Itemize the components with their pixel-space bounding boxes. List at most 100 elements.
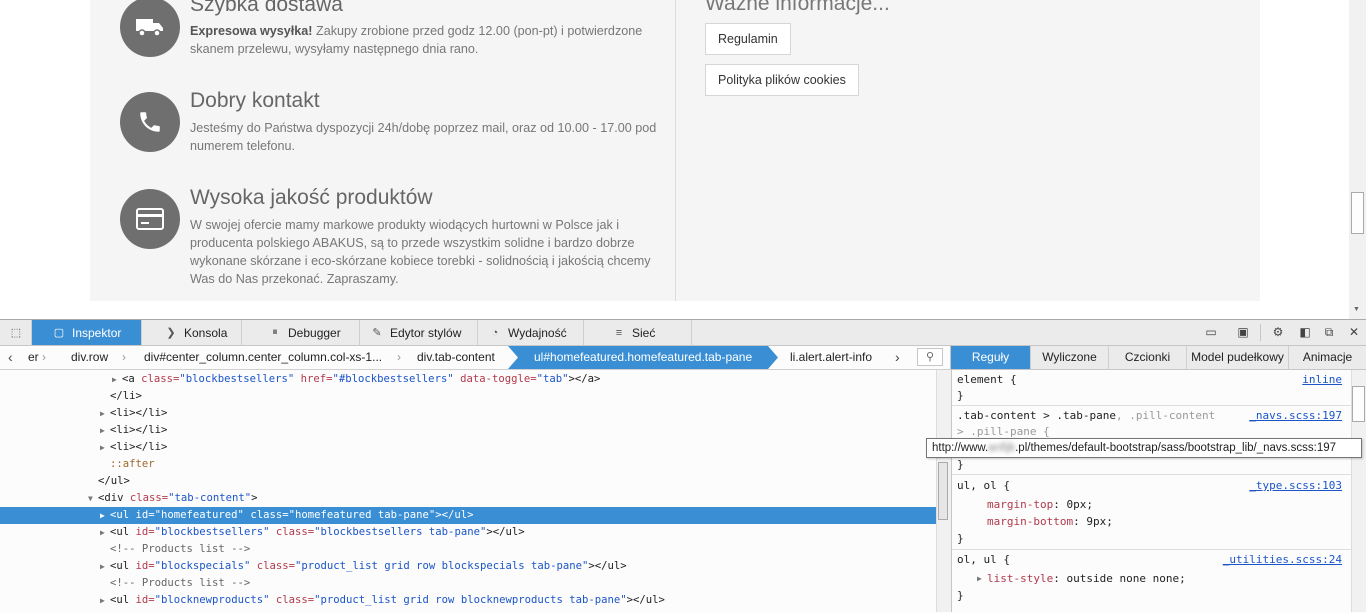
tab-console[interactable]: ❯ Konsola — [142, 320, 242, 345]
attr-name: class= — [250, 560, 295, 572]
markup-line[interactable]: ▶ <li></li> — [0, 439, 936, 456]
markup-comment: <!-- Products list --> — [110, 577, 251, 589]
expand-arrow-icon[interactable]: ▶ — [100, 592, 105, 609]
tab-animations[interactable]: Animacje — [1289, 346, 1366, 369]
expand-arrow-icon[interactable]: ▶ — [100, 558, 105, 575]
markup-line[interactable]: ▶ <li></li> — [0, 405, 936, 422]
attr-name: class= — [129, 492, 169, 504]
breadcrumb-forward-icon[interactable]: › — [895, 346, 900, 369]
expand-arrow-icon[interactable]: ▶ — [977, 571, 982, 587]
css-value: 9px; — [1086, 515, 1113, 528]
pick-element-button[interactable]: ⬚ — [0, 320, 32, 345]
expand-arrow-icon[interactable]: ▶ — [100, 507, 105, 524]
markup-line[interactable]: <!-- Products list --> — [0, 575, 936, 592]
markup-line[interactable]: ▶ <ul id="blockbestsellers" class="blockb… — [0, 524, 936, 541]
rule-source-link[interactable]: inline — [1302, 372, 1342, 388]
breadcrumb-item[interactable]: div.tab-content — [417, 346, 495, 369]
breadcrumb-item[interactable]: li.alert.alert-info — [790, 346, 872, 369]
expand-arrow-icon[interactable]: ▶ — [100, 439, 105, 456]
markup-scroll-thumb[interactable] — [938, 462, 948, 520]
markup-view: ▶ <a class="blockbestsellers" href="#bloc… — [0, 370, 936, 612]
attr-name: class= — [141, 373, 180, 385]
source-url-tooltip: http://www.anfijk.pl/themes/default-boot… — [926, 438, 1362, 458]
rule-source-link[interactable]: _utilities.scss:24 — [1223, 552, 1342, 568]
rule-selector[interactable]: ol, ul { — [957, 552, 1010, 568]
tab-fonts[interactable]: Czcionki — [1109, 346, 1187, 369]
responsive-design-icon[interactable]: ▣ — [1235, 324, 1251, 340]
expand-arrow-icon[interactable]: ▶ — [100, 524, 105, 541]
page-scroll-thumb[interactable] — [1351, 192, 1364, 234]
css-declaration[interactable]: margin-bottom: 9px; — [987, 514, 1113, 530]
tab-rules[interactable]: Reguły — [951, 346, 1031, 369]
phone-icon — [120, 92, 180, 152]
rule-selector[interactable]: .tab-content > .tab-pane, .pill-content — [957, 408, 1215, 424]
search-icon[interactable]: ⚲ — [917, 348, 943, 366]
attr-name: id= — [135, 594, 155, 606]
markup-tag: <ul — [110, 594, 136, 606]
markup-tag: <a — [122, 373, 142, 385]
gear-icon[interactable]: ⚙ — [1270, 324, 1286, 340]
close-icon[interactable]: ✕ — [1346, 324, 1362, 340]
rule-source-link[interactable]: _type.scss:103 — [1249, 478, 1342, 494]
expand-arrow-icon[interactable]: ▶ — [100, 422, 105, 439]
rule-source-link[interactable]: _navs.scss:197 — [1249, 408, 1342, 424]
markup-tag: <ul — [110, 560, 136, 572]
css-declaration[interactable]: margin-top: 0px; — [987, 497, 1093, 513]
feature-title-delivery: Szybka dostawa — [190, 0, 343, 16]
css-property: margin-top — [987, 498, 1054, 511]
tab-debugger[interactable]: ⏸ Debugger — [242, 320, 360, 345]
markup-line[interactable]: ▶ <li></li> — [0, 422, 936, 439]
css-value: outside none none; — [1066, 572, 1186, 585]
collapse-arrow-icon[interactable]: ▼ — [88, 490, 93, 507]
breadcrumb-separator-icon: › — [42, 350, 46, 364]
tab-box-model[interactable]: Model pudełkowy — [1187, 346, 1289, 369]
scroll-down-arrow-icon[interactable]: ▼ — [1353, 306, 1360, 313]
tab-style-editor[interactable]: ✎ Edytor stylów — [360, 320, 478, 345]
info-heading: Ważne informacje... — [705, 0, 890, 15]
markup-line-selected[interactable]: ▶ <ul id="homefeatured" class="homefeatur… — [0, 507, 936, 524]
attr-value: "tab" — [536, 373, 569, 385]
markup-line[interactable]: ▶ <ul id="blockspecials" class="product_l… — [0, 558, 936, 575]
tab-inspector[interactable]: ▢ Inspektor — [32, 320, 142, 345]
page-scrollbar[interactable] — [1349, 0, 1366, 319]
attr-value: "blockbestsellers" — [179, 373, 295, 385]
tooltip-url-suffix: .pl/themes/default-bootstrap/sass/bootst… — [1015, 442, 1337, 454]
markup-line[interactable]: ::after — [0, 456, 936, 473]
attr-name: class= — [269, 526, 315, 538]
tab-performance[interactable]: ◔ Wydajność — [478, 320, 584, 345]
rule-selector[interactable]: element { — [957, 372, 1017, 388]
breadcrumb-item-active[interactable]: ul#homefeatured.homefeatured.tab-pane — [534, 346, 752, 369]
regulamin-button[interactable]: Regulamin — [705, 23, 791, 55]
breadcrumb-item[interactable]: er — [28, 346, 39, 369]
expand-arrow-icon[interactable]: ▶ — [100, 405, 105, 422]
dock-side-icon[interactable]: ◧ — [1297, 324, 1313, 340]
split-console-icon[interactable]: ▭ — [1203, 324, 1219, 340]
breadcrumb-item[interactable]: div#center_column.center_column.col-xs-1… — [144, 346, 382, 369]
markup-line[interactable]: </ul> — [0, 473, 936, 490]
tab-label: Konsola — [184, 325, 228, 340]
css-property: margin-bottom — [987, 515, 1074, 528]
markup-line[interactable]: <!-- Products list --> — [0, 541, 936, 558]
markup-tag: ></ul> — [626, 594, 665, 606]
rule-selector[interactable]: ul, ol { — [957, 478, 1010, 494]
devtools-toolbar: ⬚ ▢ Inspektor ❯ Konsola ⏸ Debugger ✎ Edytor … — [0, 320, 1366, 346]
markup-line[interactable]: ▶ <a class="blockbestsellers" href="#bloc… — [0, 371, 936, 388]
tab-computed[interactable]: Wyliczone — [1031, 346, 1109, 369]
markup-line[interactable]: ▼ <div class="tab-content"> — [0, 490, 936, 507]
css-declaration[interactable]: list-style: outside none none; — [987, 571, 1186, 587]
rules-scroll-thumb[interactable] — [1352, 386, 1365, 422]
markup-tag: </li> — [110, 390, 142, 402]
selector-unmatched: , .pill-content — [1115, 409, 1216, 422]
markup-line[interactable]: </li> — [0, 388, 936, 405]
console-icon: ❯ — [166, 327, 176, 339]
expand-arrow-icon[interactable]: ▶ — [112, 371, 117, 388]
network-icon: ≡ — [615, 326, 623, 339]
markup-line[interactable]: ▶ <ul id="blocknewproducts" class="produc… — [0, 592, 936, 609]
undock-window-icon[interactable]: ⧉ — [1321, 324, 1337, 340]
breadcrumb-item[interactable]: div.row — [71, 346, 108, 369]
breadcrumb-back-icon[interactable]: ‹ — [8, 346, 22, 369]
cookies-policy-button[interactable]: Polityka plików cookies — [705, 64, 859, 96]
tab-network[interactable]: ≡ Sieć — [584, 320, 692, 345]
rules-view: element { inline } .tab-content > .tab-p… — [951, 370, 1352, 612]
tab-label: Edytor stylów — [390, 325, 462, 340]
